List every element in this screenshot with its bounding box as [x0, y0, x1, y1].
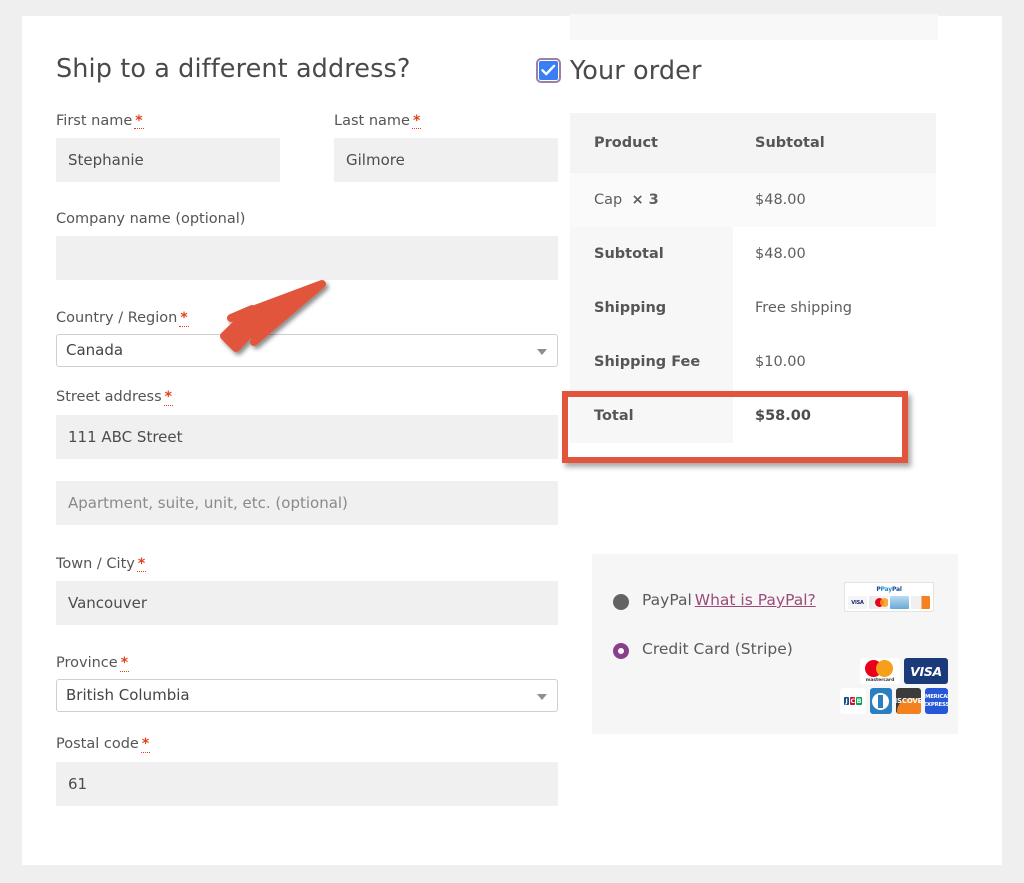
postal-code-input[interactable] [56, 762, 558, 806]
american-express-icon: AMERICAN EXPRESS [925, 688, 948, 714]
address-line-2-input[interactable] [56, 481, 558, 525]
shipping-label: Shipping [570, 281, 733, 335]
order-summary-table: Product Subtotal Cap × 3 $48.00 Subtotal… [570, 113, 936, 443]
column-header-product: Product [570, 113, 733, 173]
required-marker: * [141, 738, 150, 753]
table-row-shipping: Shipping Free shipping [570, 281, 936, 335]
radio-credit-card-selected-icon[interactable] [613, 643, 629, 659]
first-name-input[interactable] [56, 138, 280, 182]
ship-to-different-address-header: Ship to a different address? [56, 16, 558, 85]
required-marker: * [412, 115, 421, 130]
field-postal-code: Postal code* [56, 734, 558, 805]
label-province: Province* [56, 653, 558, 673]
visa-mini-icon: VISA [848, 596, 867, 609]
shipping-value: Free shipping [733, 281, 936, 335]
field-company-name: Company name (optional) [56, 209, 558, 280]
column-header-subtotal: Subtotal [733, 113, 936, 173]
required-marker: * [137, 558, 146, 573]
shipping-fee-value: $10.00 [733, 335, 936, 389]
required-marker: * [164, 391, 173, 406]
visa-icon: VISA [904, 658, 948, 684]
table-row-shipping-fee: Shipping Fee $10.00 [570, 335, 936, 389]
field-province: Province* British Columbia [56, 653, 558, 712]
clipped-row-above [570, 14, 938, 40]
amex-mini-icon [890, 596, 909, 609]
table-row-product: Cap × 3 $48.00 [570, 173, 936, 227]
label-last-name: Last name* [334, 111, 558, 131]
town-city-input[interactable] [56, 581, 558, 625]
required-marker: * [120, 657, 129, 672]
field-town-city: Town / City* [56, 554, 558, 625]
paypal-accepted-cards-badge: PPayPal VISA [844, 582, 934, 612]
label-town-city: Town / City* [56, 554, 558, 574]
label-company-name: Company name (optional) [56, 209, 558, 229]
table-header-row: Product Subtotal [570, 113, 936, 173]
field-last-name: Last name* [334, 111, 558, 182]
province-select[interactable]: British Columbia [56, 679, 558, 712]
mastercard-mini-icon [869, 596, 888, 609]
payment-methods-box: PayPalWhat is PayPal? PPayPal VISA Credi… [592, 554, 958, 734]
field-address-line-2 [56, 481, 558, 525]
paypal-logo-icon: PPayPal [848, 585, 930, 594]
credit-card-label: Credit Card (Stripe) [642, 640, 793, 659]
payment-method-credit-card-stripe[interactable]: Credit Card (Stripe) [592, 610, 958, 659]
jcb-icon: J C B [840, 688, 866, 714]
page-title: Ship to a different address? [56, 54, 410, 85]
company-name-input[interactable] [56, 236, 558, 280]
checkbox-checked-icon[interactable] [539, 61, 558, 80]
label-first-name: First name* [56, 111, 280, 131]
stripe-accepted-cards: mastercard VISA J C B DISCOVER AMERICAN … [840, 658, 948, 718]
shipping-address-form: Ship to a different address? First name*… [56, 16, 558, 806]
arrow-annotation-icon [218, 278, 338, 362]
discover-mini-icon [911, 596, 930, 609]
required-marker: * [179, 312, 188, 327]
shipping-fee-label: Shipping Fee [570, 335, 733, 389]
paypal-label: PayPalWhat is PayPal? [642, 591, 816, 610]
required-marker: * [134, 115, 143, 130]
ship-to-different-address-checkbox[interactable] [539, 61, 558, 80]
product-subtotal-cell: $48.00 [733, 173, 936, 227]
radio-paypal-icon[interactable] [613, 594, 629, 610]
table-row-subtotal: Subtotal $48.00 [570, 227, 936, 281]
subtotal-value: $48.00 [733, 227, 936, 281]
mastercard-icon: mastercard [860, 658, 900, 684]
street-address-input[interactable] [56, 415, 558, 459]
total-value: $58.00 [733, 389, 936, 443]
product-name-cell: Cap × 3 [570, 173, 733, 227]
field-street-address: Street address* [56, 387, 558, 458]
field-first-name: First name* [56, 111, 280, 182]
diners-club-icon [870, 688, 892, 714]
product-quantity: × 3 [631, 192, 658, 208]
paypal-card-strip: VISA [848, 596, 930, 609]
total-label: Total [570, 389, 733, 443]
what-is-paypal-link[interactable]: What is PayPal? [695, 591, 816, 609]
label-street-address: Street address* [56, 387, 558, 407]
table-row-total: Total $58.00 [570, 389, 936, 443]
order-review-panel: Your order Product Subtotal Cap × 3 $48.… [570, 16, 968, 443]
checkout-page: Ship to a different address? First name*… [22, 16, 1002, 865]
label-postal-code: Postal code* [56, 734, 558, 754]
discover-icon: DISCOVER [896, 688, 921, 714]
subtotal-label: Subtotal [570, 227, 733, 281]
last-name-input[interactable] [334, 138, 558, 182]
